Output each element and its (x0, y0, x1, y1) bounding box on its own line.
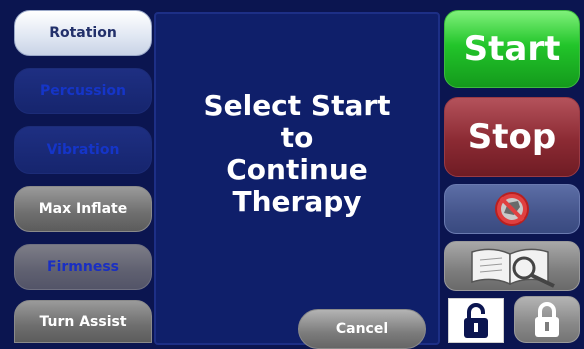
turn-assist-button[interactable]: Turn Assist (14, 300, 152, 343)
manual-search-button[interactable] (444, 241, 580, 291)
vibration-label: Vibration (46, 142, 120, 158)
start-label: Start (463, 29, 561, 69)
firmness-label: Firmness (47, 259, 119, 275)
dialog-message-line3: Continue (226, 153, 368, 186)
continue-therapy-dialog: Select Start to Continue Therapy Cancel (154, 12, 440, 349)
alarm-mute-button[interactable] (444, 184, 580, 234)
rotation-button[interactable]: Rotation (14, 10, 152, 56)
cancel-label: Cancel (335, 321, 389, 337)
dialog-message-line4: Therapy (232, 185, 362, 218)
cancel-button[interactable]: Cancel (298, 309, 426, 349)
dialog-message-line2: to (280, 121, 314, 154)
dialog-message: Select Start to Continue Therapy (156, 90, 438, 218)
therapy-screen: Rotation Percussion Vibration Max Inflat… (0, 0, 584, 349)
percussion-button[interactable]: Percussion (14, 68, 152, 114)
dialog-message-line1: Select Start (203, 89, 391, 122)
stop-button[interactable]: Stop (444, 97, 580, 177)
manual-search-icon (471, 248, 555, 288)
unlocked-padlock-icon (464, 302, 488, 338)
vibration-button[interactable]: Vibration (14, 126, 152, 174)
max-inflate-label: Max Inflate (38, 201, 128, 217)
percussion-label: Percussion (40, 83, 126, 99)
locked-padlock-icon (535, 301, 559, 337)
max-inflate-button[interactable]: Max Inflate (14, 186, 152, 232)
turn-assist-label: Turn Assist (39, 313, 127, 330)
rotation-label: Rotation (49, 25, 117, 41)
stop-label: Stop (467, 117, 557, 157)
lock-button[interactable] (514, 296, 580, 343)
firmness-button[interactable]: Firmness (14, 244, 152, 290)
start-button[interactable]: Start (444, 10, 580, 88)
unlock-button[interactable] (448, 298, 504, 343)
alarm-mute-icon (495, 192, 529, 226)
